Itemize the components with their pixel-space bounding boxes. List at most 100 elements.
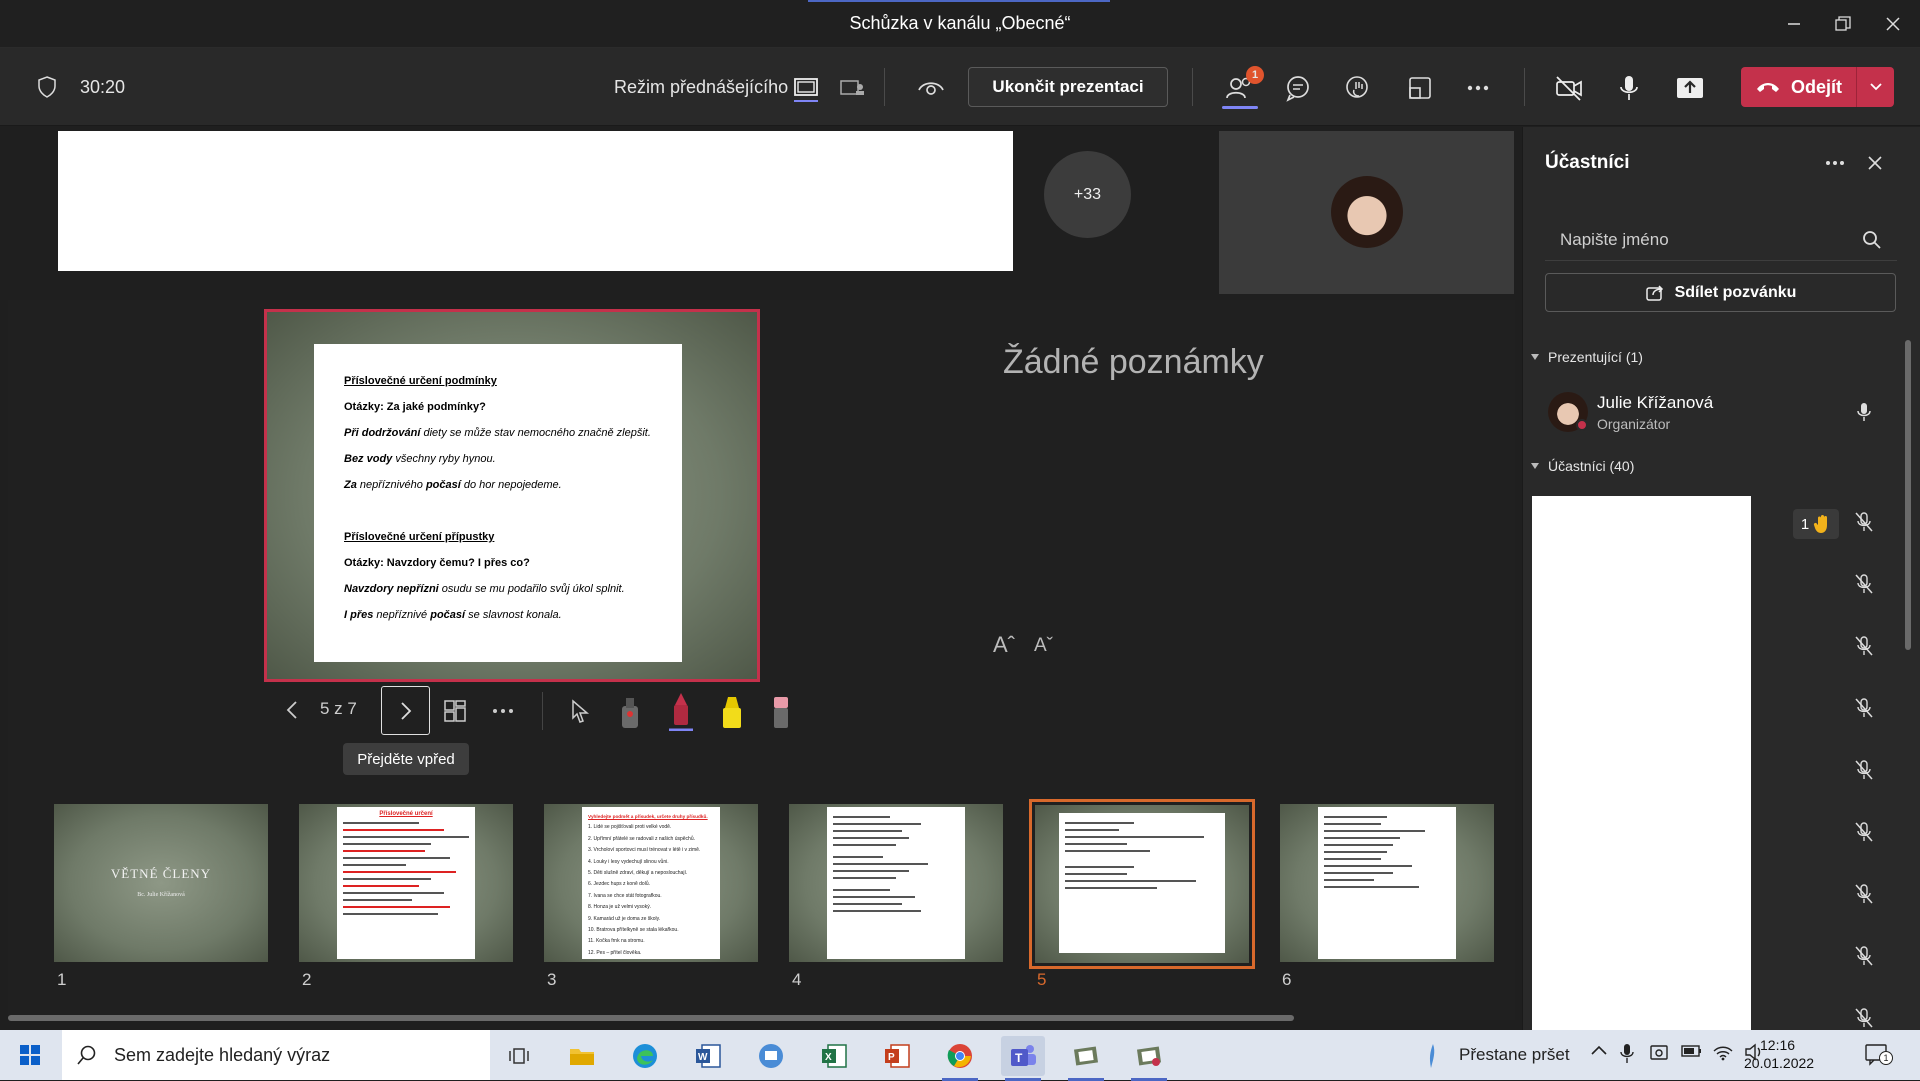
slide-thumbnail-2[interactable]: Příslovečné určení — [299, 804, 513, 962]
slide-line: Otázky: Navzdory čemu? I přes co? — [344, 557, 530, 569]
presentation-app-2[interactable] — [1127, 1036, 1171, 1081]
tray-mic-icon[interactable] — [1620, 1043, 1634, 1070]
microphone-button[interactable] — [1611, 70, 1647, 106]
slide-thumbnail-6[interactable] — [1280, 804, 1494, 962]
thumb-list-item: 12. Pes – přítel člověka. — [588, 949, 642, 956]
word-app[interactable]: W — [686, 1036, 730, 1076]
participant-search-input[interactable] — [1545, 220, 1897, 260]
teams-app[interactable]: T — [1001, 1036, 1045, 1081]
camera-button[interactable] — [1551, 70, 1587, 106]
mic-muted-icon — [1851, 881, 1877, 907]
wifi-icon[interactable] — [1712, 1043, 1734, 1066]
laser-pointer-button[interactable] — [617, 692, 643, 732]
raised-hand-icon — [1814, 515, 1828, 533]
more-icon — [1826, 161, 1844, 165]
folder-icon — [570, 1049, 594, 1065]
mic-muted-icon — [1851, 943, 1877, 969]
close-window-button[interactable] — [1873, 10, 1913, 38]
thumb-line — [343, 906, 451, 908]
thumb-list-item: 2. Upřímní přátelé se radovali z našich … — [588, 835, 695, 842]
slide-page: Příslovečné určení podmínky Otázky: Za ja… — [314, 344, 682, 662]
presenter-mic-icon — [1852, 400, 1876, 424]
slide-thumbnail-3[interactable]: Vyhledejte podmět a přísudek, určete dru… — [544, 804, 758, 962]
highlighter-tool-button[interactable] — [718, 692, 746, 732]
font-decrease-button[interactable]: Aˇ — [1034, 635, 1053, 657]
slide-text-run: Bez vody — [344, 453, 393, 465]
powerpoint-app[interactable]: P — [875, 1036, 919, 1076]
slide-thumbnail-5[interactable] — [1035, 805, 1249, 963]
leave-label: Odejít — [1790, 76, 1842, 97]
task-view-button[interactable] — [497, 1036, 541, 1076]
share-screen-icon — [1677, 78, 1703, 98]
presenter-mode-standout-button[interactable] — [790, 72, 822, 104]
minimize-icon — [1788, 23, 1800, 25]
leave-options-button[interactable] — [1856, 67, 1894, 107]
taskbar-search[interactable]: Sem zadejte hledaný výraz — [62, 1030, 490, 1080]
taskbar-date[interactable]: 20.01.2022 — [1744, 1055, 1814, 1071]
chat-button[interactable] — [1280, 70, 1316, 106]
thumb-line — [1065, 887, 1158, 889]
stop-presenting-button[interactable]: Ukončit prezentaci — [968, 67, 1168, 107]
file-explorer-app[interactable] — [560, 1036, 604, 1076]
participants-section-header[interactable]: Účastníci (40) — [1530, 458, 1634, 474]
font-increase-button[interactable]: Aˆ — [993, 632, 1015, 658]
remote-desktop-app[interactable] — [749, 1036, 793, 1076]
cursor-icon — [572, 699, 590, 723]
leave-button[interactable]: Odejít — [1741, 77, 1856, 98]
reactions-button[interactable] — [1340, 70, 1376, 106]
all-slides-button[interactable] — [441, 697, 469, 725]
hand-icon — [1346, 76, 1368, 98]
share-content-button[interactable] — [1670, 70, 1710, 106]
presenter-mode-reporter-button[interactable] — [836, 72, 868, 104]
slide-thumbnail-4[interactable] — [789, 804, 1003, 962]
close-panel-button[interactable] — [1862, 150, 1888, 176]
battery-icon[interactable] — [1680, 1043, 1704, 1064]
taskbar-clock[interactable]: 12:16 — [1760, 1036, 1795, 1055]
chat-icon — [1286, 76, 1309, 102]
edge-app[interactable] — [623, 1036, 667, 1076]
thumb-line — [343, 864, 406, 866]
raised-hands-indicator[interactable]: 1 — [1793, 509, 1839, 539]
thumb-line — [1065, 866, 1135, 868]
participants-button[interactable]: 1 — [1220, 66, 1264, 109]
previous-slide-button[interactable] — [280, 698, 304, 722]
minimize-button[interactable] — [1774, 10, 1814, 38]
mic-muted-icon — [1851, 633, 1877, 659]
more-slide-options-button[interactable] — [489, 697, 517, 725]
chevron-right-icon — [400, 701, 411, 720]
slide-line: Za nepříznivého počasí do hor nepojedeme… — [344, 472, 652, 498]
thumb-list-item: 9. Kamarád už je doma ze školy. — [588, 915, 661, 922]
thumb-list-item: 8. Honza je už velmi vysoký. — [588, 904, 652, 911]
search-icon[interactable] — [1860, 228, 1884, 252]
tray-camera-icon[interactable] — [1649, 1043, 1669, 1068]
more-actions-button[interactable] — [1460, 70, 1496, 106]
thumb-page — [1318, 807, 1456, 959]
rooms-button[interactable] — [1402, 70, 1438, 106]
overflow-participants-button[interactable]: +33 — [1044, 151, 1131, 238]
notifications-button[interactable]: 1 — [1864, 1042, 1893, 1071]
panel-more-button[interactable] — [1822, 150, 1848, 176]
presentation-app[interactable] — [1064, 1036, 1108, 1081]
excel-app[interactable]: X — [812, 1036, 856, 1076]
next-slide-button[interactable] — [381, 686, 430, 735]
presenters-section-header[interactable]: Prezentující (1) — [1530, 349, 1643, 365]
tray-overflow-icon[interactable] — [1590, 1043, 1608, 1062]
private-view-button[interactable] — [914, 72, 948, 104]
toolbar-separator — [1524, 68, 1525, 106]
toolbar-separator — [1192, 68, 1193, 106]
pointer-tool-button[interactable] — [566, 696, 594, 726]
panel-scrollbar[interactable] — [1905, 340, 1911, 650]
raised-hands-count: 1 — [1800, 515, 1810, 533]
chrome-app[interactable] — [938, 1036, 982, 1081]
weather-text[interactable]: Přestane pršet — [1459, 1045, 1570, 1065]
start-button[interactable] — [8, 1035, 52, 1075]
slide-thumbnail-1[interactable]: VĚTNÉ ČLENY Bc. Julie Křížanová — [54, 804, 268, 962]
pen-tool-button[interactable] — [667, 690, 695, 732]
eraser-tool-button[interactable] — [768, 692, 794, 732]
thumbnails-scrollbar[interactable] — [8, 1015, 1294, 1021]
maximize-button[interactable] — [1823, 10, 1863, 38]
thumb-number: 1 — [57, 970, 67, 989]
share-invite-button[interactable]: Sdílet pozvánku — [1545, 273, 1896, 312]
active-underline — [1222, 106, 1258, 109]
participant-avatar — [1331, 176, 1403, 248]
